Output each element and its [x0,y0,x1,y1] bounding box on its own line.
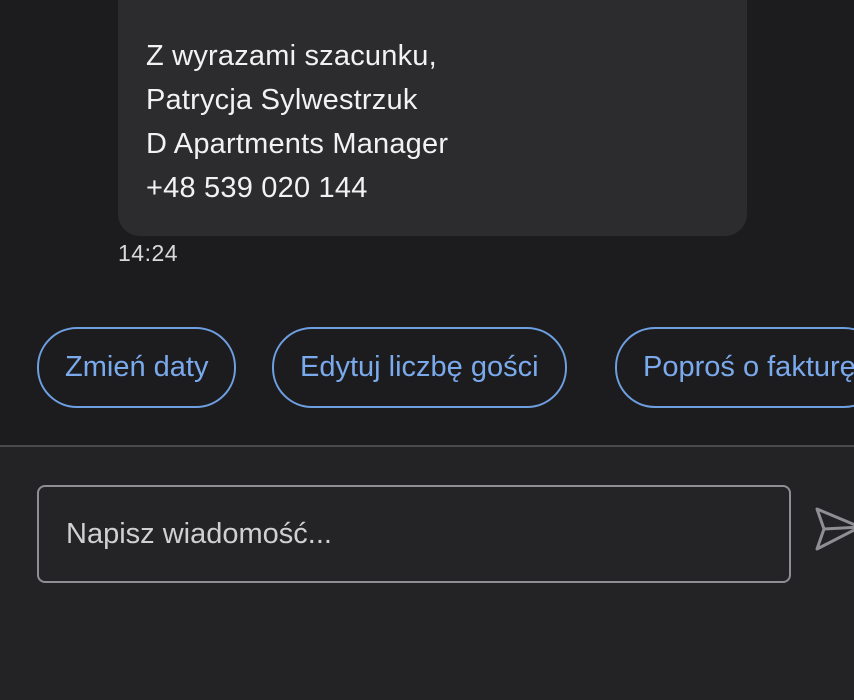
message-input-placeholder: Napisz wiadomość... [66,518,332,550]
message-line: Patrycja Sylwestrzuk [146,84,418,116]
message-text: Z wyrazami szacunku, Patrycja Sylwestrzu… [146,34,448,210]
edit-guests-button[interactable]: Edytuj liczbę gości [272,327,567,408]
message-line: Z wyrazami szacunku, [146,40,437,72]
request-invoice-button[interactable]: Poproś o fakturę [615,327,854,408]
change-dates-button[interactable]: Zmień daty [37,327,237,408]
message-list[interactable]: Z wyrazami szacunku, Patrycja Sylwestrzu… [0,0,854,446]
message-line: D Apartments Manager [146,128,449,160]
send-icon[interactable] [814,505,854,553]
chat-screen: Z wyrazami szacunku, Patrycja Sylwestrzu… [0,0,854,700]
message-composer: Napisz wiadomość... [0,447,854,700]
message-bubble: Z wyrazami szacunku, Patrycja Sylwestrzu… [118,0,747,236]
message-input[interactable]: Napisz wiadomość... [37,485,791,583]
quick-actions-bar: Zmień daty Edytuj liczbę gości Poproś o … [37,327,854,408]
message-line: +48 539 020 144 [146,172,368,204]
message-timestamp: 14:24 [118,240,179,266]
